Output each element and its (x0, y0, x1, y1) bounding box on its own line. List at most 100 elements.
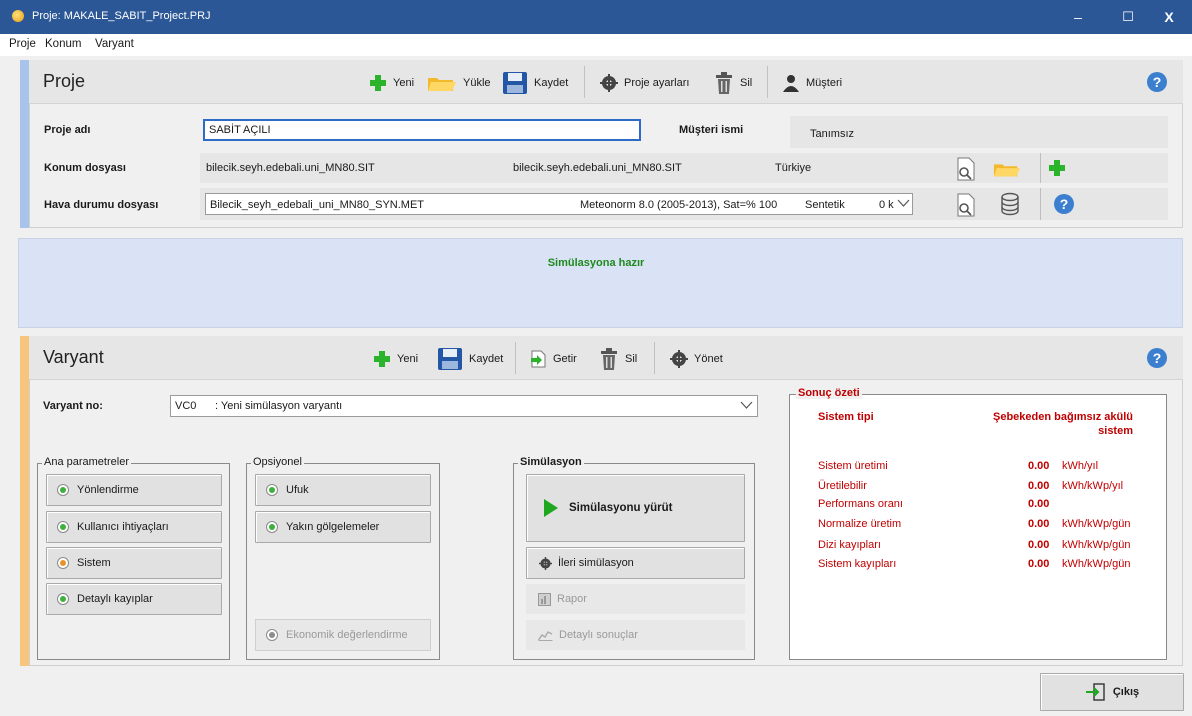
economic-evaluation-label: Ekonomik değerlendirme (286, 629, 408, 641)
meteo-file-label: Hava durumu dosyası (44, 199, 159, 211)
status-green-icon (57, 484, 69, 496)
system-button[interactable]: Sistem (46, 547, 222, 579)
customer-name-value: Tanımsız (810, 128, 855, 140)
variant-new-button[interactable]: Yeni (373, 347, 418, 371)
site-file-value: bilecik.seyh.edebali.uni_MN80.SIT (206, 162, 375, 174)
close-button[interactable]: X (1146, 0, 1192, 34)
summary-unit: kWh/kWp/gün (1062, 539, 1131, 551)
meteo-type: Sentetik (805, 199, 845, 211)
orientation-button[interactable]: Yönlendirme (46, 474, 222, 506)
summary-unit: kWh/kWp/gün (1062, 518, 1131, 530)
site-file-value-2: bilecik.seyh.edebali.uni_MN80.SIT (513, 162, 682, 174)
user-needs-label: Kullanıcı ihtiyaçları (77, 521, 169, 533)
summary-unit: kWh/kWp/gün (1062, 558, 1131, 570)
menu-konum[interactable]: Konum (45, 38, 81, 50)
status-green-icon (57, 521, 69, 533)
report-button[interactable]: Rapor (526, 584, 745, 614)
status-gray-icon (266, 629, 278, 641)
project-load-button[interactable]: Yükle (427, 71, 491, 95)
summary-value: 0.00 (1028, 460, 1050, 472)
summary-label: Normalize üretim (818, 518, 902, 530)
site-new-plus-icon[interactable] (1048, 159, 1066, 177)
variant-delete-label: Sil (625, 353, 638, 365)
site-view-icon[interactable] (955, 157, 977, 181)
simulation-title: Simülasyon (518, 456, 584, 468)
report-icon (538, 592, 551, 606)
detailed-results-label: Detaylı sonuçlar (559, 629, 638, 641)
separator (1040, 153, 1041, 183)
project-save-button[interactable]: Kaydet (502, 71, 568, 95)
menu-proje[interactable]: Proje (9, 38, 36, 50)
variant-delete-button[interactable]: Sil (599, 347, 637, 371)
separator (1040, 188, 1041, 220)
customer-name-label: Müşteri ismi (679, 124, 744, 136)
project-new-button[interactable]: Yeni (369, 71, 414, 95)
summary-label: Üretilebilir (818, 480, 867, 492)
project-help-icon[interactable]: ? (1147, 72, 1167, 92)
trash-icon (716, 72, 732, 94)
project-name-label: Proje adı (44, 124, 91, 136)
project-save-label: Kaydet (534, 77, 569, 89)
variant-help-icon[interactable]: ? (1147, 348, 1167, 368)
detailed-results-button[interactable]: Detaylı sonuçlar (526, 620, 745, 650)
report-label: Rapor (557, 593, 587, 605)
project-settings-button[interactable]: Proje ayarları (600, 71, 689, 95)
status-green-icon (57, 593, 69, 605)
meteo-distance: 0 k (879, 199, 894, 211)
variant-manage-button[interactable]: Yönet (670, 347, 723, 371)
chart-icon (538, 631, 553, 641)
site-open-folder-icon[interactable] (993, 160, 1021, 178)
variant-description: : Yeni simülasyon varyantı (215, 400, 343, 412)
variant-title: Varyant (43, 347, 104, 367)
detailed-losses-button[interactable]: Detaylı kayıplar (46, 583, 222, 615)
menu-varyant[interactable]: Varyant (95, 38, 134, 50)
user-icon (783, 75, 799, 92)
economic-evaluation-button[interactable]: Ekonomik değerlendirme (255, 619, 431, 651)
results-summary-title: Sonuç özeti (796, 387, 862, 399)
database-icon[interactable] (1000, 192, 1020, 216)
summary-unit: kWh/yıl (1062, 460, 1099, 472)
play-icon (544, 499, 558, 517)
variant-new-label: Yeni (397, 353, 419, 365)
trash-icon (601, 348, 617, 370)
toolbar-separator (654, 342, 655, 374)
meteo-source: Meteonorm 8.0 (2005-2013), Sat=% 100 (580, 199, 778, 211)
variant-import-label: Getir (553, 353, 577, 365)
run-simulation-button[interactable]: Simülasyonu yürüt (526, 474, 745, 542)
meteo-help-icon[interactable]: ? (1054, 194, 1074, 214)
summary-label: Performans oranı (818, 498, 903, 510)
summary-value: 0.00 (1028, 480, 1050, 492)
exit-button[interactable]: Çıkış (1040, 673, 1184, 711)
project-new-label: Yeni (393, 77, 415, 89)
near-shadings-label: Yakın gölgelemeler (286, 521, 380, 533)
variant-no-label: Varyant no: (43, 400, 103, 412)
title-bar: Proje: MAKALE_SABIT_Project.PRJ – ☐ X (0, 0, 1192, 34)
variant-save-button[interactable]: Kaydet (437, 347, 503, 371)
system-label: Sistem (77, 557, 111, 569)
gear-icon (539, 556, 552, 570)
project-customer-button[interactable]: Müşteri (782, 71, 842, 95)
meteo-view-icon[interactable] (955, 193, 977, 217)
variant-save-label: Kaydet (469, 353, 504, 365)
variant-accent-bar (20, 336, 29, 666)
window-title: Proje: MAKALE_SABIT_Project.PRJ (32, 10, 211, 22)
plus-icon (374, 351, 390, 367)
near-shadings-button[interactable]: Yakın gölgelemeler (255, 511, 431, 543)
maximize-button[interactable]: ☐ (1105, 0, 1151, 34)
toolbar-separator (515, 342, 516, 374)
run-simulation-label: Simülasyonu yürüt (569, 502, 673, 514)
minimize-button[interactable]: – (1055, 0, 1101, 34)
user-needs-button[interactable]: Kullanıcı ihtiyaçları (46, 511, 222, 543)
variant-manage-label: Yönet (694, 353, 723, 365)
variant-import-button[interactable]: Getir (529, 347, 577, 371)
summary-label: Sistem üretimi (818, 460, 888, 472)
project-delete-button[interactable]: Sil (714, 71, 752, 95)
toolbar-separator (584, 66, 585, 98)
folder-icon (428, 78, 456, 91)
advanced-simulation-button[interactable]: İleri simülasyon (526, 547, 745, 579)
exit-label: Çıkış (1112, 686, 1140, 698)
summary-value: 0.00 (1028, 518, 1050, 530)
chevron-down-icon (897, 199, 910, 207)
project-name-input[interactable]: SABİT AÇILI (203, 119, 641, 141)
horizon-button[interactable]: Ufuk (255, 474, 431, 506)
